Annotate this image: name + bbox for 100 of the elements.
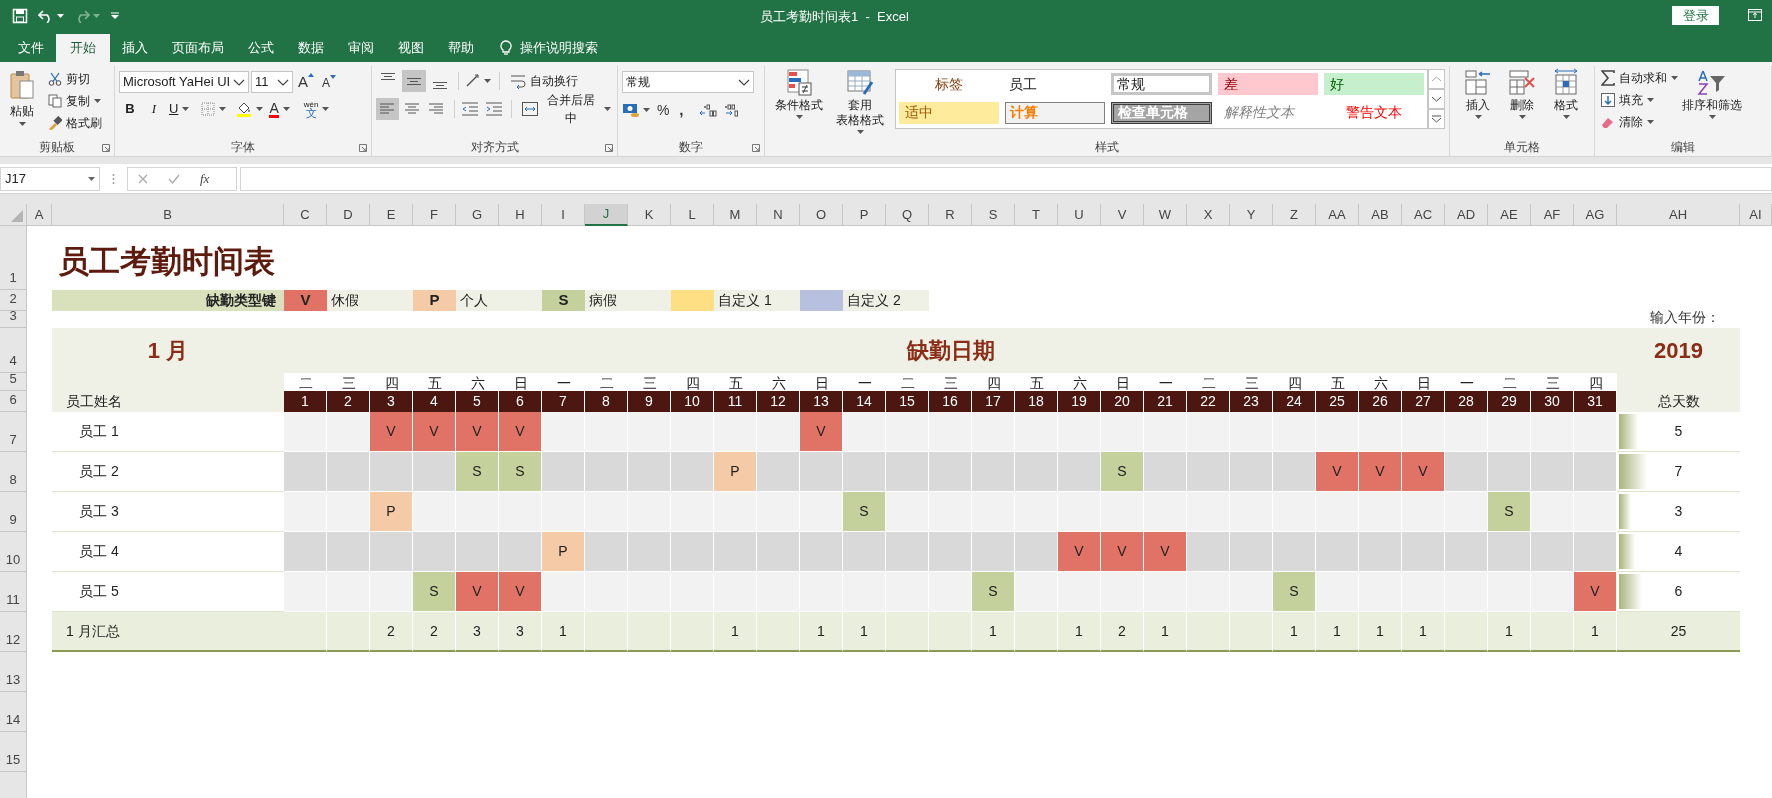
column-header[interactable]: AF [1531,204,1574,226]
cell-style-option[interactable]: 标签 [899,73,1000,95]
column-header[interactable]: AG [1574,204,1617,226]
column-header[interactable]: Y [1230,204,1273,226]
column-header[interactable]: M [714,204,757,226]
fill-button[interactable]: 填充 [1599,89,1680,111]
gallery-more-button[interactable] [1428,109,1445,129]
name-box[interactable]: J17 [0,166,100,191]
copy-button[interactable]: 复制 [46,90,104,112]
column-header[interactable]: F [413,204,456,226]
clear-button[interactable]: 清除 [1599,111,1680,133]
column-header[interactable]: X [1187,204,1230,226]
ribbon-tab[interactable]: 帮助 [436,34,486,62]
grow-font-button[interactable]: A [295,71,317,93]
cell-style-option[interactable]: 好 [1323,73,1424,95]
column-header[interactable]: D [327,204,370,226]
borders-button[interactable] [201,99,227,119]
ribbon-tab[interactable]: 插入 [110,34,160,62]
cell-style-option[interactable]: 解释性文本 [1217,101,1318,124]
increase-indent-icon[interactable] [484,101,503,117]
format-as-table-button[interactable]: 套用表格格式 [829,66,891,138]
underline-button[interactable]: U [169,99,190,119]
cell-style-option[interactable]: 差 [1217,73,1318,95]
row-header[interactable]: 11 [0,572,27,612]
cell-style-option[interactable]: 常规 [1111,73,1212,95]
format-painter-button[interactable]: 格式刷 [46,112,104,134]
column-header[interactable]: AC [1402,204,1445,226]
column-header[interactable]: K [628,204,671,226]
dialog-launcher-icon[interactable] [605,144,613,152]
cell-style-option[interactable]: 适中 [899,101,1000,124]
row-header[interactable]: 15 [0,732,27,772]
conditional-formatting-button[interactable]: 条件格式 [769,66,830,138]
sort-filter-button[interactable]: 排序和筛选 [1680,66,1744,138]
row-header[interactable]: 14 [0,692,27,732]
column-header[interactable]: AB [1359,204,1402,226]
insert-function-button[interactable]: fx [200,168,210,189]
ribbon-tab[interactable]: 数据 [286,34,336,62]
column-header[interactable]: B [52,204,284,226]
dialog-launcher-icon[interactable] [359,144,367,152]
row-header[interactable]: 6 [0,391,27,412]
column-header[interactable]: T [1015,204,1058,226]
font-size-field[interactable]: 11 [251,71,293,93]
column-header[interactable]: C [284,204,327,226]
font-name-field[interactable]: Microsoft YaHei UI [119,71,249,93]
bold-button[interactable]: B [121,99,139,119]
column-header[interactable]: U [1058,204,1101,226]
column-header[interactable]: S [972,204,1015,226]
cut-button[interactable]: 剪切 [46,68,104,90]
row-header[interactable]: 2 [0,290,27,311]
insert-cells-button[interactable]: 插入 [1456,66,1500,138]
ribbon-tab[interactable]: 开始 [56,34,110,62]
format-cells-button[interactable]: 格式 [1544,66,1588,138]
column-header[interactable]: P [843,204,886,226]
ribbon-tab[interactable]: 公式 [236,34,286,62]
column-header[interactable]: AA [1316,204,1359,226]
tell-me-search[interactable]: 操作说明搜索 [500,34,598,62]
row-header[interactable]: 5 [0,373,27,391]
column-header[interactable]: N [757,204,800,226]
column-header[interactable]: W [1144,204,1187,226]
ribbon-tab[interactable]: 页面布局 [160,34,236,62]
font-color-button[interactable]: A [269,99,290,119]
decrease-indent-icon[interactable] [460,101,479,117]
column-header[interactable]: Z [1273,204,1316,226]
increase-decimal-icon[interactable] [699,102,718,118]
ribbon-tab[interactable]: 审阅 [336,34,386,62]
cell-style-option[interactable]: 警告文本 [1323,101,1424,124]
alignment-button[interactable] [402,70,426,92]
row-header[interactable]: 1 [0,226,27,290]
column-header[interactable]: V [1101,204,1144,226]
percent-button[interactable]: % [657,99,670,121]
number-format-field[interactable]: 常规 [622,71,754,93]
row-header[interactable]: 9 [0,492,27,532]
row-header[interactable]: 8 [0,452,27,492]
column-header[interactable]: R [929,204,972,226]
column-header[interactable]: J [585,204,628,226]
column-header[interactable]: AD [1445,204,1488,226]
column-header[interactable]: AH [1617,204,1740,226]
gallery-down-button[interactable] [1428,89,1445,109]
row-header[interactable]: 3 [0,311,27,328]
autosum-button[interactable]: 自动求和 [1599,67,1680,89]
formula-input[interactable] [240,166,1772,191]
paste-button[interactable]: 粘贴 [4,66,40,138]
wrap-text-button[interactable]: 自动换行 [508,70,580,92]
cancel-icon[interactable] [138,173,148,184]
column-header[interactable]: O [800,204,843,226]
ribbon-tab[interactable]: 视图 [386,34,436,62]
column-header[interactable]: E [370,204,413,226]
cell-style-option[interactable]: 员工 [1005,73,1106,95]
column-header[interactable]: AE [1488,204,1531,226]
column-header[interactable]: I [542,204,585,226]
column-header[interactable]: H [499,204,542,226]
row-header[interactable]: 13 [0,652,27,692]
column-header[interactable]: AI [1740,204,1772,226]
row-header[interactable]: 4 [0,328,27,373]
ribbon-display-icon[interactable] [1748,9,1762,21]
phonetic-guide-button[interactable]: wén 文 [303,99,330,119]
row-header[interactable]: 7 [0,412,27,452]
ribbon-tab[interactable]: 文件 [6,34,56,62]
dialog-launcher-icon[interactable] [102,144,110,152]
delete-cells-button[interactable]: 删除 [1500,66,1544,138]
